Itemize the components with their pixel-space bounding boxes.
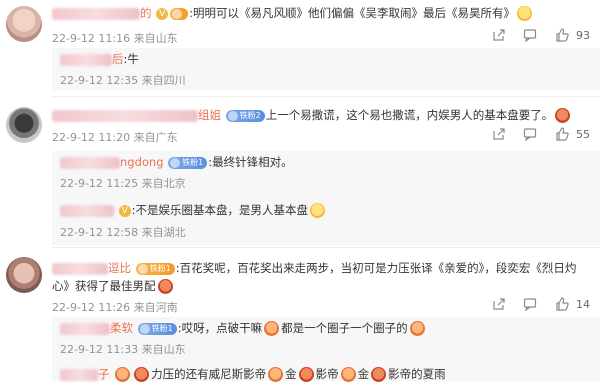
- reply-text: 金: [357, 367, 370, 381]
- username[interactable]: ngdong: [120, 155, 164, 169]
- reply-text: :最终针锋相对。: [208, 155, 293, 169]
- reply-text: :不是娱乐圈基本盘，是男人基本盘: [131, 203, 309, 217]
- member-badge-icon: V: [156, 7, 169, 20]
- reply-text: 金: [285, 367, 297, 381]
- emoji-icon: [555, 108, 571, 123]
- fan-badge-icon: 铁粉1: [135, 262, 175, 275]
- emoji-icon: [340, 367, 356, 382]
- username-blurred[interactable]: [60, 322, 110, 335]
- comment-text: 上一个易撒谎，这个易也撒谎，内娱男人的基本盘要了。: [265, 108, 554, 122]
- emoji-icon: [409, 321, 425, 336]
- emoji-icon: [264, 321, 280, 336]
- reply-item: ngdong 铁粉1 :最终针锋相对。: [60, 153, 293, 171]
- share-icon[interactable]: [492, 297, 506, 311]
- fan-badge-label: 铁粉1: [151, 323, 173, 333]
- fan-badge-icon: 铁粉2: [225, 109, 265, 122]
- emoji-icon: [134, 367, 150, 382]
- comment-body: 逗比 铁粉1 :百花奖呢，百花奖出来走两步，当初可是力压张译《亲爱的》，段奕宏《烈…: [52, 259, 576, 277]
- like-icon[interactable]: [555, 297, 569, 311]
- comment-meta: 22-9-12 11:16 来自山东: [52, 32, 178, 45]
- username-blurred[interactable]: [52, 7, 140, 20]
- comment-actions: 55: [478, 127, 590, 141]
- comment-1: 的 V :明明可以《易凡风顺》他们偏偏《吴李取闹》最后《易昊所有》 22-9-12…: [0, 0, 600, 96]
- comment-text: :明明可以《易凡风顺》他们偏偏《吴李取闹》最后《易昊所有》: [189, 6, 516, 20]
- fan-badge-icon: [170, 7, 189, 20]
- like-count: 93: [576, 28, 590, 42]
- emoji-icon: [310, 203, 326, 218]
- like-count: 14: [576, 297, 590, 311]
- emoji-icon: [371, 367, 387, 382]
- reply-text: 影帝: [315, 367, 339, 381]
- username-blurred[interactable]: [60, 368, 98, 381]
- reply-text: :牛: [123, 52, 139, 66]
- fan-badge-icon: 铁粉1: [168, 156, 208, 169]
- username[interactable]: 逗比: [108, 261, 131, 275]
- emoji-icon: [268, 367, 284, 382]
- comment-actions: 14: [478, 297, 590, 311]
- comment-actions: 93: [478, 28, 590, 42]
- reply-text: 影帝的夏雨: [388, 367, 446, 381]
- reply-text: :哎呀，点破干嘛: [177, 321, 263, 335]
- member-badge-icon: V: [118, 204, 131, 217]
- username-blurred[interactable]: [52, 109, 198, 122]
- comment-body: 组姐 铁粉2 上一个易撒谎，这个易也撒谎，内娱男人的基本盘要了。: [52, 106, 572, 124]
- reply-meta: 22-9-12 12:58 来自湖北: [60, 226, 186, 239]
- comment-icon[interactable]: [523, 297, 537, 311]
- reply-list: 柔软 铁粉1 :哎呀，点破干嘛 都是一个圈子一个圈子的 22-9-12 11:33 …: [52, 317, 600, 383]
- reply-text: 都是一个圈子一个圈子的: [281, 321, 408, 335]
- emoji-icon: [115, 367, 131, 382]
- reply-item: 后:牛: [60, 50, 139, 68]
- reply-item: 柔软 铁粉1 :哎呀，点破干嘛 都是一个圈子一个圈子的: [60, 319, 427, 337]
- fan-badge-label: 铁粉2: [239, 110, 261, 120]
- comment-3: 逗比 铁粉1 :百花奖呢，百花奖出来走两步，当初可是力压张译《亲爱的》，段奕宏《烈…: [0, 249, 600, 383]
- avatar[interactable]: [6, 257, 42, 293]
- comment-icon[interactable]: [523, 28, 537, 42]
- divider: [52, 247, 600, 248]
- username-blurred[interactable]: [52, 262, 108, 275]
- comment-body-cont: 心》获得了最佳男配: [52, 277, 175, 295]
- comment-2: 组姐 铁粉2 上一个易撒谎，这个易也撒谎，内娱男人的基本盘要了。 22-9-12 …: [0, 97, 600, 245]
- emoji-icon: [157, 279, 173, 294]
- username[interactable]: 柔软: [110, 321, 133, 335]
- comment-text: :百花奖呢，百花奖出来走两步，当初可是力压张译《亲爱的》，段奕宏《烈日灼: [175, 261, 577, 275]
- username[interactable]: 子: [98, 367, 110, 381]
- like-icon[interactable]: [555, 28, 569, 42]
- emoji-icon: [517, 6, 533, 21]
- avatar[interactable]: [6, 6, 42, 42]
- like-count: 55: [576, 127, 590, 141]
- avatar[interactable]: [6, 107, 42, 143]
- reply-list: ngdong 铁粉1 :最终针锋相对。 22-9-12 11:25 来自北京 V:…: [52, 151, 600, 245]
- reply-text: 力压的还有威尼斯影帝: [151, 367, 267, 381]
- username-blurred[interactable]: [60, 156, 120, 169]
- comment-icon[interactable]: [523, 127, 537, 141]
- reply-meta: 22-9-12 11:25 来自北京: [60, 177, 186, 190]
- fan-badge-icon: 铁粉1: [137, 322, 177, 335]
- fan-badge-label: 铁粉1: [149, 263, 171, 273]
- reply-item: 子 力压的还有威尼斯影帝 金 影帝 金 影帝的夏雨: [60, 365, 446, 383]
- username[interactable]: 的: [140, 6, 152, 20]
- comment-text: 心》获得了最佳男配: [52, 279, 156, 293]
- share-icon[interactable]: [492, 28, 506, 42]
- username[interactable]: 后: [112, 52, 124, 66]
- comment-meta: 22-9-12 11:26 来自河南: [52, 301, 178, 314]
- comment-meta: 22-9-12 11:20 来自广东: [52, 131, 178, 144]
- username-blurred[interactable]: [60, 53, 112, 66]
- emoji-icon: [298, 367, 314, 382]
- comment-body: 的 V :明明可以《易凡风顺》他们偏偏《吴李取闹》最后《易昊所有》: [52, 4, 534, 22]
- reply-meta: 22-9-12 12:35 来自四川: [60, 74, 186, 87]
- like-icon[interactable]: [555, 127, 569, 141]
- share-icon[interactable]: [492, 127, 506, 141]
- username[interactable]: 组姐: [198, 108, 221, 122]
- reply-item: V:不是娱乐圈基本盘，是男人基本盘: [60, 201, 327, 219]
- reply-list: 后:牛 22-9-12 12:35 来自四川: [52, 48, 600, 90]
- username-blurred[interactable]: [60, 204, 114, 217]
- fan-badge-label: 铁粉1: [182, 157, 204, 167]
- reply-meta: 22-9-12 11:33 来自山东: [60, 343, 186, 356]
